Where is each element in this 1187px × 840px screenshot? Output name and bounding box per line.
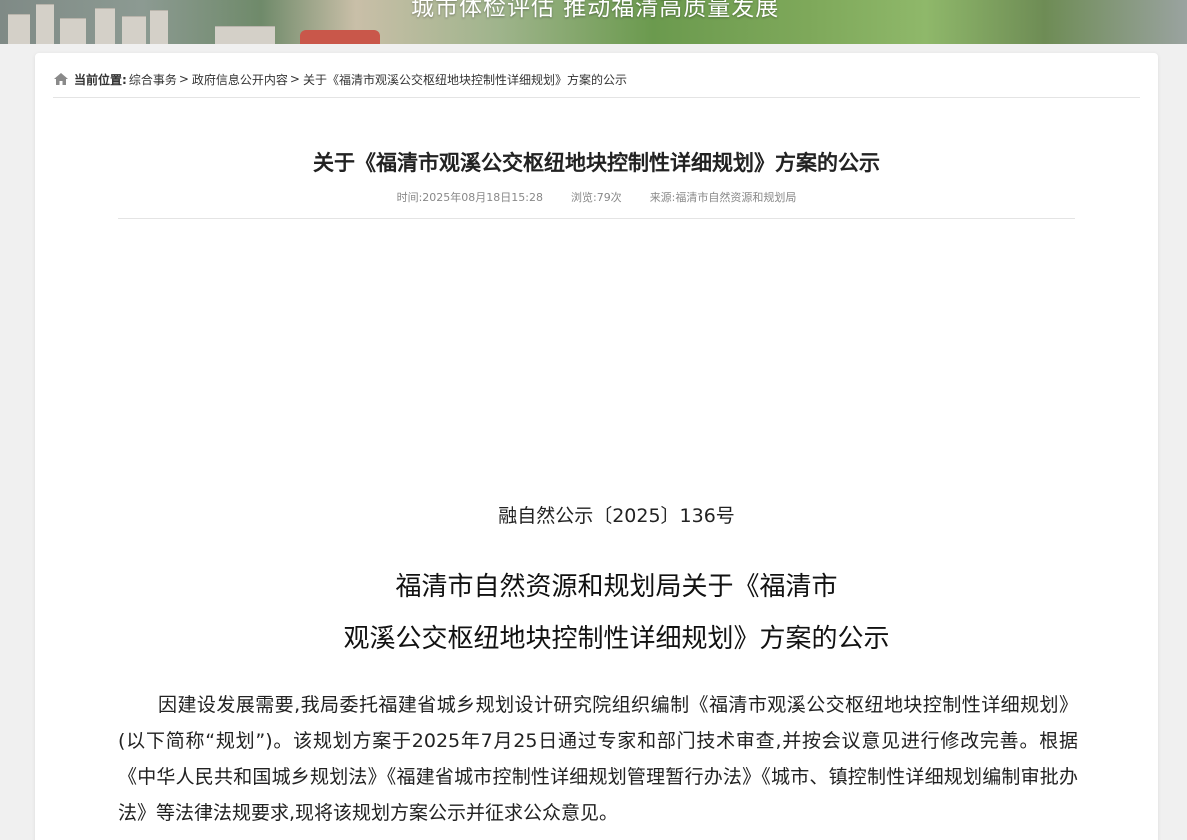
body-paragraph: 因建设发展需要,我局委托福建省城乡规划设计研究院组织编制《福清市观溪公交枢纽地块… [118, 694, 1078, 824]
banner-building [150, 10, 168, 44]
breadcrumb-separator: > [289, 72, 300, 86]
banner-slogan: 城市体检评估 推动福清高质量发展 [411, 0, 780, 21]
article-meta: 时间:2025年08月18日15:28 浏览:79次 来源:福清市自然资源和规划… [35, 189, 1158, 205]
banner-building [60, 18, 86, 44]
breadcrumb-link-current[interactable]: 关于《福清市观溪公交枢纽地块控制性详细规划》方案的公示 [303, 71, 627, 88]
content-card: 当前位置: 综合事务 > 政府信息公开内容 > 关于《福清市观溪公交枢纽地块控制… [35, 53, 1158, 840]
header-banner: 城市体检评估 推动福清高质量发展 [0, 0, 1187, 44]
banner-building [122, 16, 146, 44]
divider [118, 218, 1075, 219]
article-title: 关于《福清市观溪公交枢纽地块控制性详细规划》方案的公示 [313, 151, 880, 175]
home-icon[interactable] [53, 72, 69, 86]
breadcrumb-label: 当前位置: [74, 72, 127, 87]
breadcrumb-link-comprehensive[interactable]: 综合事务 [129, 71, 177, 88]
document-title: 福清市自然资源和规划局关于《福清市 观溪公交枢纽地块控制性详细规划》方案的公示 [35, 561, 1187, 665]
meta-views: 浏览:79次 [570, 191, 622, 204]
document-number: 融自然公示〔2025〕136号 [498, 505, 735, 527]
banner-building [8, 14, 30, 44]
divider [53, 97, 1140, 98]
meta-time: 时间:2025年08月18日15:28 [396, 191, 543, 204]
document-title-line: 观溪公交枢纽地块控制性详细规划》方案的公示 [343, 624, 890, 654]
document-title-line: 福清市自然资源和规划局关于《福清市 [395, 572, 838, 602]
meta-source: 来源:福清市自然资源和规划局 [649, 191, 797, 204]
banner-building [36, 4, 54, 44]
breadcrumb-link-gov-info[interactable]: 政府信息公开内容 [192, 71, 288, 88]
banner-building [215, 26, 275, 44]
breadcrumb: 当前位置: 综合事务 > 政府信息公开内容 > 关于《福清市观溪公交枢纽地块控制… [53, 70, 627, 88]
breadcrumb-separator: > [178, 72, 189, 86]
banner-sports-field [300, 30, 380, 44]
banner-building [95, 8, 115, 44]
